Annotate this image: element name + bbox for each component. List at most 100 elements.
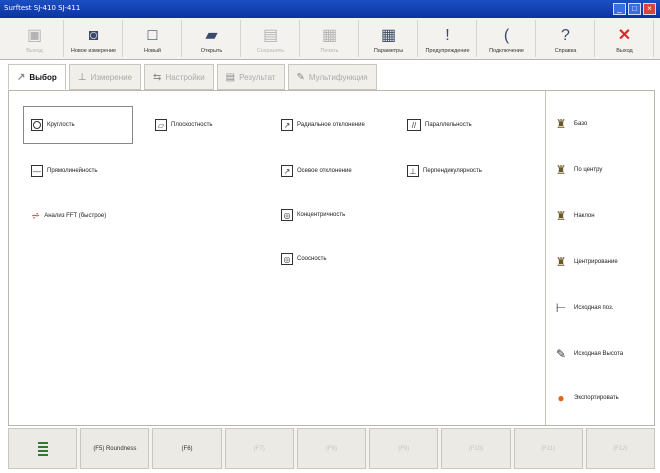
- list-button[interactable]: [8, 428, 78, 469]
- list-icon: [37, 441, 48, 456]
- measure-parallelism[interactable]: // Параллельность: [407, 119, 472, 131]
- f9-button[interactable]: (F9): [369, 428, 439, 469]
- toolbar-exit-button[interactable]: ✕ Выход: [596, 20, 654, 57]
- print-icon: ▦: [321, 27, 338, 44]
- tab-label: Настройки: [165, 72, 205, 82]
- help-icon: ?: [561, 27, 570, 44]
- toolbar-parameters-button[interactable]: ▦ Параметры: [360, 20, 418, 57]
- measure-flatness[interactable]: ▱ Плоскостность: [155, 119, 213, 131]
- tab-result[interactable]: ▤ Результат: [216, 64, 285, 90]
- measure-straightness[interactable]: — Прямолинейность: [31, 165, 98, 177]
- toolbar-button-label: Печать: [320, 48, 339, 54]
- tab-measure[interactable]: ⊥ Измерение: [68, 64, 142, 90]
- home-position-icon: ⊢: [555, 301, 567, 315]
- tab-multifunction[interactable]: ✎ Мультифункция: [287, 64, 377, 90]
- align-centering-button[interactable]: ♜ Центрирование: [554, 255, 618, 269]
- close-button[interactable]: ×: [643, 3, 656, 15]
- alignment-panel: ♜ Базо ♜ По центру ♜ Наклон ♜ Центрирова…: [545, 91, 655, 425]
- align-label: Экспортировать: [574, 395, 619, 401]
- measure-radial-runout[interactable]: ↗ Радиальное отклонение: [281, 119, 365, 131]
- measure-perpendicularity[interactable]: ⊥ Перпендикулярность: [407, 165, 482, 177]
- export-icon: ●: [557, 391, 565, 405]
- save-icon: ▤: [262, 27, 279, 44]
- toolbar-new-button[interactable]: □ Новый: [124, 20, 182, 57]
- pointer-icon: ↗: [17, 71, 26, 83]
- toolbar-connect-button[interactable]: ( Подключение: [478, 20, 536, 57]
- f8-button[interactable]: (F8): [296, 428, 367, 469]
- centering-icon: ♜: [555, 255, 567, 269]
- align-base-button[interactable]: ♜ Базо: [554, 117, 588, 131]
- toolbar-button-label: Выход: [26, 48, 43, 54]
- tab-label: Мультифункция: [308, 72, 368, 82]
- measure-label: Прямолинейность: [47, 168, 98, 174]
- circle-icon: [31, 119, 43, 131]
- parameters-icon: ▦: [380, 27, 397, 44]
- instrument-icon: ◙: [88, 27, 99, 44]
- maximize-button[interactable]: □: [628, 3, 641, 15]
- toolbar-button-label: Открыть: [200, 48, 223, 54]
- f12-button[interactable]: (F12): [585, 428, 655, 469]
- minimize-button[interactable]: _: [613, 3, 626, 15]
- f10-button[interactable]: (F10): [441, 428, 511, 469]
- window-title: Surftest SJ-410 SJ-411: [4, 4, 81, 12]
- measure-label: Концентричность: [297, 212, 346, 218]
- measure-axial-runout[interactable]: ↗ Осевое отклонение: [281, 165, 352, 177]
- align-label: Базо: [574, 121, 588, 127]
- open-folder-icon: ▰: [205, 27, 218, 44]
- export-button[interactable]: ● Экспортировать: [554, 391, 619, 405]
- toolbar-button-label: Подключение: [489, 48, 524, 54]
- result-icon: ▤: [225, 71, 236, 83]
- toolbar-exit-disabled-button[interactable]: ▣ Выход: [6, 20, 64, 57]
- home-height-button[interactable]: ✎ Исходная Высота: [554, 347, 623, 361]
- align-tilt-button[interactable]: ♜ Наклон: [554, 209, 595, 223]
- measure-roundness[interactable]: Круглость: [31, 119, 75, 131]
- function-key-bar: (F5) Roundness (F6) (F7) (F8) (F9) (F10)…: [8, 428, 655, 469]
- tab-label: Выбор: [29, 72, 57, 82]
- tab-label: Результат: [239, 72, 276, 82]
- align-label: Исходная Высота: [574, 351, 624, 357]
- perpendicularity-icon: ⊥: [407, 165, 419, 177]
- tab-select[interactable]: ↗ Выбор: [8, 64, 66, 90]
- measure-coaxiality[interactable]: ◎ Соосность: [281, 253, 327, 265]
- tab-settings[interactable]: ⇆ Настройки: [144, 64, 214, 90]
- toolbar-open-button[interactable]: ▰ Открыть: [183, 20, 241, 57]
- title-bar: Surftest SJ-410 SJ-411 _ □ ×: [0, 0, 660, 18]
- measure-label: Осевое отклонение: [297, 168, 352, 174]
- measure-concentricity[interactable]: ◎ Концентричность: [281, 209, 345, 221]
- axial-runout-icon: ↗: [281, 165, 293, 177]
- toolbar-button-label: Новое измерение: [70, 48, 117, 54]
- measure-label: Соосность: [297, 256, 327, 262]
- toolbar-print-button[interactable]: ▦ Печать: [301, 20, 359, 57]
- tab-bar: ↗ Выбор ⊥ Измерение ⇆ Настройки ▤ Резуль…: [8, 64, 377, 90]
- door-icon: ▣: [26, 27, 43, 44]
- toolbar-button-label: Выход: [616, 48, 633, 54]
- f5-roundness-button[interactable]: (F5) Roundness: [80, 428, 150, 469]
- exit-icon: ✕: [617, 27, 632, 44]
- radial-runout-icon: ↗: [281, 119, 293, 131]
- home-height-icon: ✎: [555, 347, 567, 361]
- parallelism-icon: //: [407, 119, 421, 131]
- home-position-button[interactable]: ⊢ Исходная поз.: [554, 301, 614, 315]
- align-center-button[interactable]: ♜ По центру: [554, 163, 603, 177]
- base-icon: ♜: [555, 117, 567, 131]
- multifunction-icon: ✎: [296, 71, 305, 83]
- coaxiality-icon: ◎: [281, 253, 293, 265]
- f11-button[interactable]: (F11): [513, 428, 583, 469]
- toolbar-button-label: Новый: [144, 48, 161, 54]
- warning-icon: !: [445, 27, 450, 44]
- main-toolbar: ▣ Выход ◙ Новое измерение □ Новый ▰ Откр…: [0, 18, 660, 60]
- toolbar-new-measurement-button[interactable]: ◙ Новое измерение: [65, 20, 123, 57]
- align-label: Наклон: [574, 213, 595, 219]
- new-doc-icon: □: [147, 27, 158, 44]
- align-label: Центрирование: [574, 259, 618, 265]
- toolbar-help-button[interactable]: ? Справка: [537, 20, 595, 57]
- measure-fft[interactable]: ⩫ Анализ FFT (быстрое): [31, 209, 106, 222]
- f6-button[interactable]: (F6): [152, 428, 222, 469]
- measure-label: Радиальное отклонение: [297, 122, 365, 128]
- toolbar-warning-button[interactable]: ! Предупреждение: [419, 20, 477, 57]
- measure-label: Круглость: [47, 122, 75, 128]
- f7-button[interactable]: (F7): [224, 428, 294, 469]
- toolbar-save-button[interactable]: ▤ Сохранить: [242, 20, 300, 57]
- fft-icon: ⩫: [31, 210, 41, 222]
- center-icon: ♜: [555, 163, 567, 177]
